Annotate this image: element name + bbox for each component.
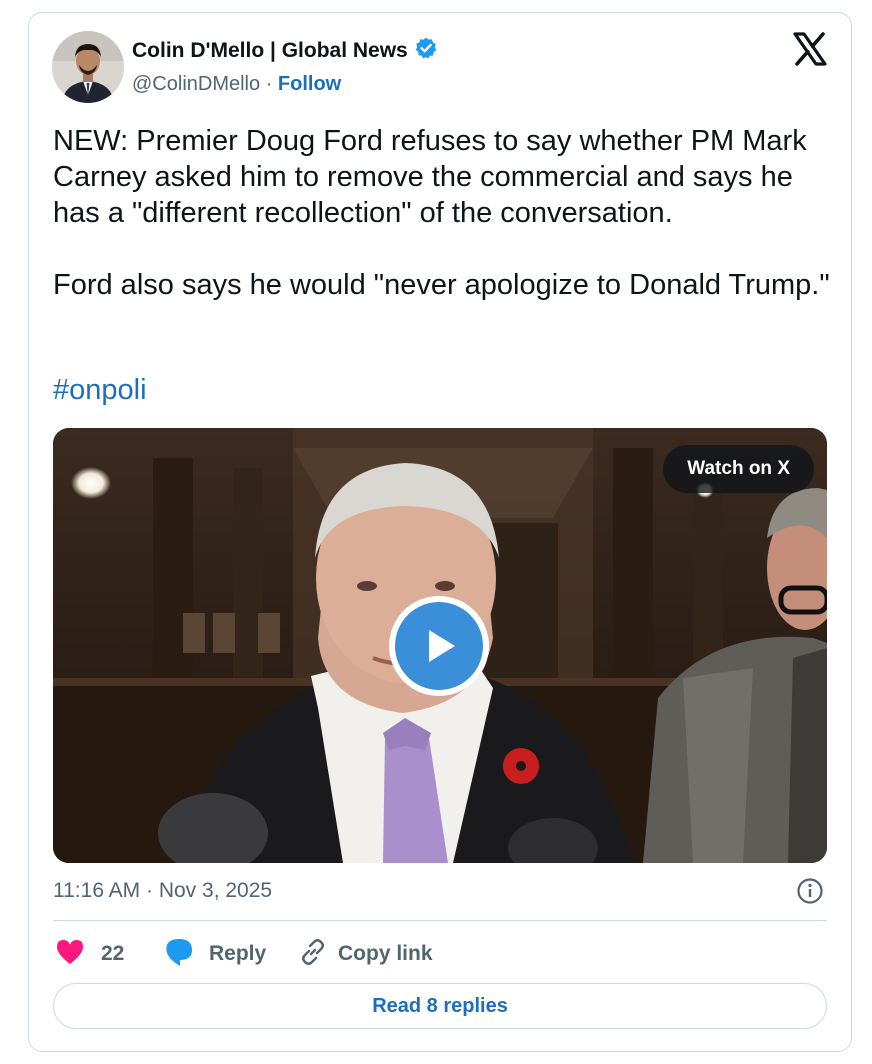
author-avatar[interactable] bbox=[52, 31, 124, 103]
verified-badge-icon bbox=[414, 36, 438, 65]
video-player[interactable]: Watch on X bbox=[53, 428, 827, 863]
heart-icon bbox=[55, 938, 85, 971]
tweet-text: NEW: Premier Doug Ford refuses to say wh… bbox=[53, 125, 830, 301]
watch-on-x-button[interactable]: Watch on X bbox=[663, 445, 814, 493]
follow-button[interactable]: Follow bbox=[278, 73, 341, 95]
info-icon[interactable] bbox=[796, 877, 824, 905]
reply-bubble-icon bbox=[163, 937, 195, 972]
author-handle[interactable]: @ColinDMello bbox=[132, 73, 260, 95]
like-button[interactable]: 22 bbox=[55, 937, 124, 971]
copy-link-button[interactable]: Copy link bbox=[298, 937, 433, 971]
reply-label: Reply bbox=[209, 942, 267, 965]
play-icon bbox=[395, 602, 483, 690]
tweet-timestamp[interactable]: 11:16 AM · Nov 3, 2025 bbox=[53, 879, 272, 903]
author-handle-row: @ColinDMello · Follow bbox=[132, 73, 341, 96]
like-count: 22 bbox=[101, 942, 125, 965]
author-name-row: Colin D'Mello | Global News bbox=[132, 36, 438, 65]
handle-separator: · bbox=[265, 73, 273, 95]
divider bbox=[53, 920, 827, 921]
author-name[interactable]: Colin D'Mello | Global News bbox=[132, 39, 408, 63]
copy-link-label: Copy link bbox=[338, 942, 433, 965]
x-logo-icon[interactable] bbox=[792, 31, 828, 67]
hashtag-link[interactable]: #onpoli bbox=[53, 374, 147, 407]
reply-button[interactable]: Reply bbox=[163, 937, 266, 971]
read-replies-button[interactable]: Read 8 replies bbox=[53, 983, 827, 1029]
link-icon bbox=[298, 937, 328, 972]
play-button[interactable] bbox=[389, 596, 489, 696]
